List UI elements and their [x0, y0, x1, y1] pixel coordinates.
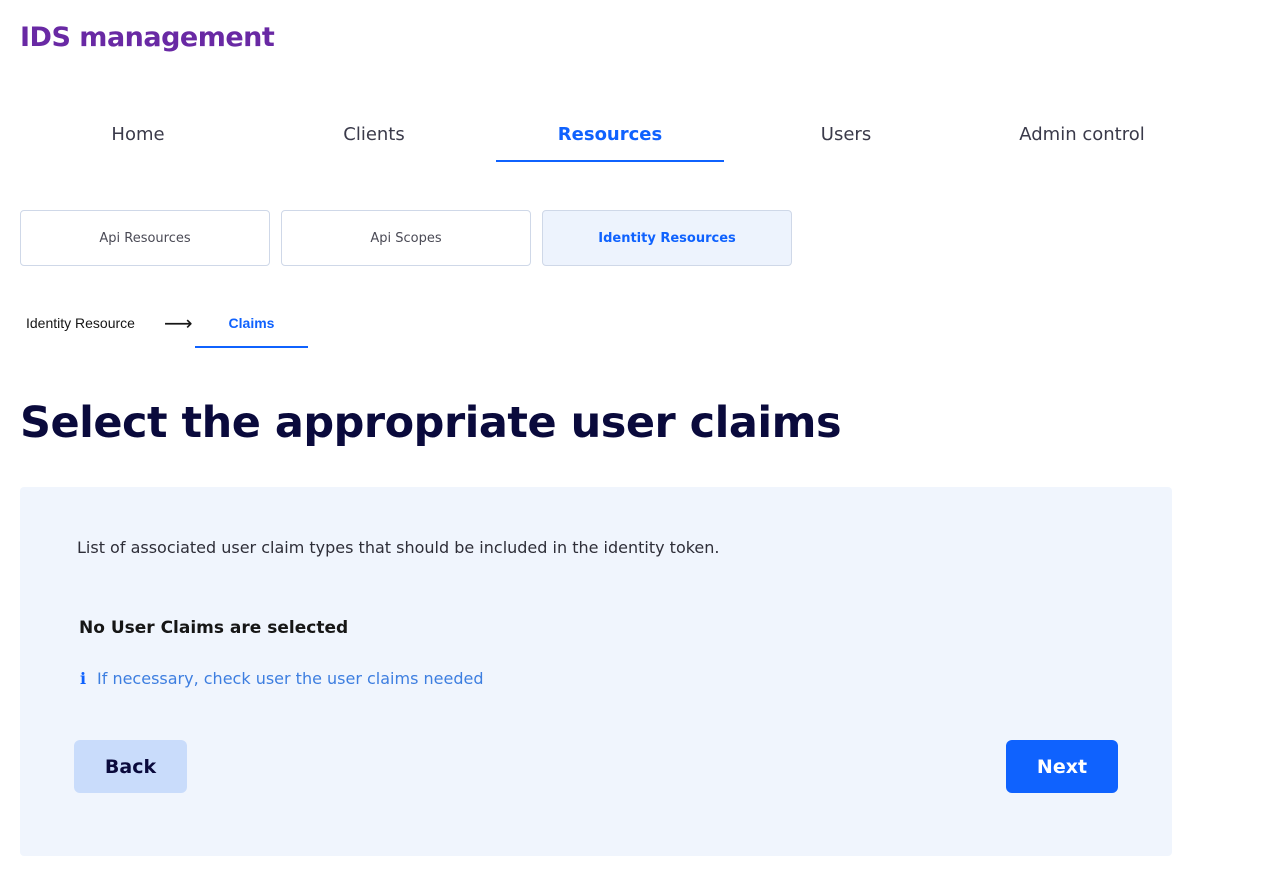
wizard-steps: Identity Resource ⟶ Claims — [20, 300, 308, 348]
panel-description: List of associated user claim types that… — [77, 538, 720, 557]
tab-users[interactable]: Users — [732, 108, 960, 162]
step-claims[interactable]: Claims — [195, 300, 308, 348]
tab-resources[interactable]: Resources — [496, 108, 724, 162]
tab-home[interactable]: Home — [24, 108, 252, 162]
tab-clients[interactable]: Clients — [260, 108, 488, 162]
resource-type-tabs: Api Resources Api Scopes Identity Resour… — [20, 210, 792, 266]
tab-api-scopes[interactable]: Api Scopes — [281, 210, 531, 266]
info-icon: i — [79, 669, 87, 688]
empty-state-title: No User Claims are selected — [79, 618, 349, 638]
page-title: Select the appropriate user claims — [20, 398, 842, 448]
tab-api-resources[interactable]: Api Resources — [20, 210, 270, 266]
arrow-right-icon: ⟶ — [164, 311, 193, 335]
step-identity-resource[interactable]: Identity Resource ⟶ — [20, 300, 195, 348]
tab-identity-resources[interactable]: Identity Resources — [542, 210, 792, 266]
step-label: Identity Resource — [26, 315, 135, 331]
app-title: IDS management — [20, 22, 275, 53]
back-button[interactable]: Back — [74, 740, 187, 793]
next-button[interactable]: Next — [1006, 740, 1118, 793]
claims-panel: List of associated user claim types that… — [20, 487, 1172, 856]
step-label: Claims — [228, 315, 275, 331]
main-nav: Home Clients Resources Users Admin contr… — [20, 108, 1200, 164]
hint-text: If necessary, check user the user claims… — [97, 669, 484, 688]
tab-admin-control[interactable]: Admin control — [968, 108, 1196, 162]
hint-message: i If necessary, check user the user clai… — [78, 669, 484, 688]
